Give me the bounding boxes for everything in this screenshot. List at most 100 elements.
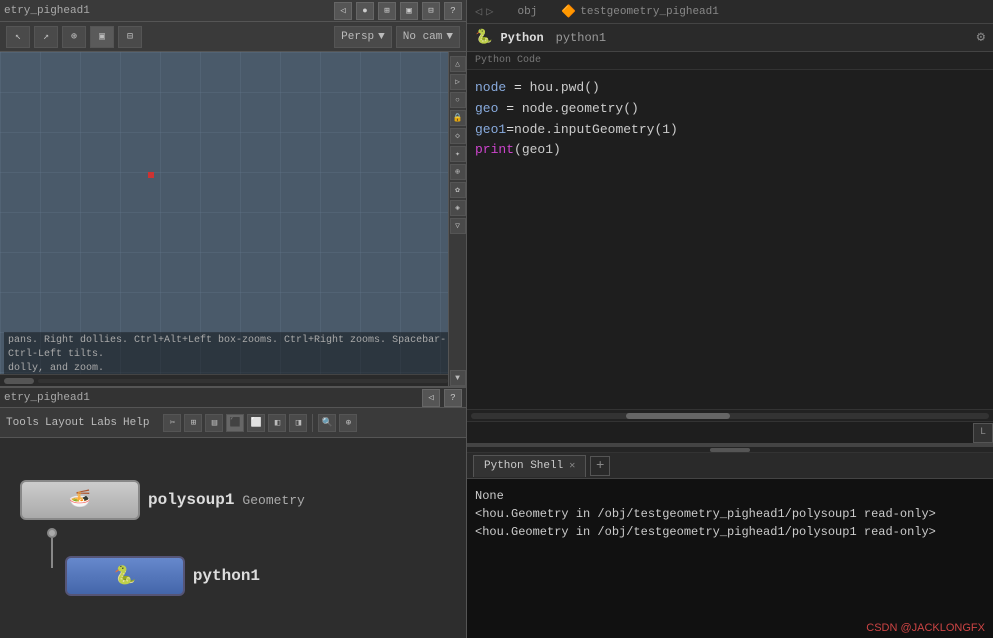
polysoup1-icon: 🍜 [69,489,91,511]
shell-line-geo2: <hou.Geometry in /obj/testgeometry_pighe… [475,523,985,541]
network-help-btn[interactable]: ? [444,389,462,407]
net-color-btn[interactable]: ◨ [289,414,307,432]
net-snap-btn[interactable]: ⊕ [339,414,357,432]
tab-obj[interactable]: obj [509,4,545,20]
net-overlay-btn[interactable]: ◧ [268,414,286,432]
viewport-help-btn[interactable]: ? [444,2,462,20]
shell-tab-close-btn[interactable]: ✕ [569,460,575,472]
select-tool-btn[interactable]: ↖ [6,26,30,48]
viewport-header: etry_pighead1 ◁ ● ⊞ ▣ ⊟ ? [0,0,466,22]
back-btn[interactable]: ◁ [475,4,482,19]
connection-line [51,538,53,568]
network-header-btns: ◁ ? [422,389,462,407]
python1-node[interactable]: 🐍 python1 [65,556,260,596]
code-section-label: Python Code [475,55,541,66]
shell-line-none: None [475,487,985,505]
python1-icon: 🐍 [114,565,136,587]
forward-btn[interactable]: ▷ [486,4,493,19]
side-btn-1[interactable]: △ [450,56,466,72]
network-toolbar: Tools Layout Labs Help ✂ ⊞ ▤ ⬛ ⬜ ◧ ◨ 🔍 ⊕ [0,408,466,438]
net-view-btn[interactable]: ⬛ [226,414,244,432]
network-title: etry_pighead1 [4,392,422,404]
net-cut-btn[interactable]: ✂ [163,414,181,432]
tab-node[interactable]: 🔶 testgeometry_pighead1 [553,2,727,21]
python-icon: 🐍 [475,29,492,46]
net-list-btn[interactable]: ▤ [205,414,223,432]
labs-label[interactable]: Labs [91,417,117,429]
help-label[interactable]: Help [123,417,149,429]
layout-label[interactable]: Layout [45,417,85,429]
scale-tool-btn[interactable]: ⊟ [118,26,142,48]
shell-resize-handle[interactable] [467,445,993,453]
tools-label: Tools [6,417,39,429]
tab-node-icon: 🔶 [561,4,576,19]
python1-box[interactable]: 🐍 [65,556,185,596]
python-label: Python [500,31,543,45]
viewport-hint: pans. Right dollies. Ctrl+Alt+Left box-z… [4,332,466,378]
tab-node-label: testgeometry_pighead1 [580,6,719,18]
viewport-pin-btn[interactable]: ◁ [334,2,352,20]
code-line-1: node = hou.pwd() [475,78,985,99]
shell-add-tab-btn[interactable]: + [590,456,610,476]
shell-section: Python Shell ✕ + None <hou.Geometry in /… [467,443,993,638]
shell-line-geo1: <hou.Geometry in /obj/testgeometry_pighe… [475,505,985,523]
code-line-3: geo1=node.inputGeometry(1) [475,120,985,141]
code-line-2: geo = node.geometry() [475,99,985,120]
viewport-layout-btn[interactable]: ⊟ [422,2,440,20]
side-btn-5[interactable]: ◇ [450,128,466,144]
scrollbar-track[interactable] [471,413,989,419]
polysoup1-bottom-connector [47,528,57,538]
code-input[interactable] [467,426,973,440]
nav-arrows: ◁ ▷ [475,4,493,19]
code-label-bar: Python Code [467,52,993,70]
python-sublabel: python1 [556,31,606,45]
persp-dropdown[interactable]: Persp ▼ [334,26,392,48]
scrollbar-thumb[interactable] [626,413,730,419]
shell-tab-label: Python Shell [484,460,563,472]
python-header: 🐍 Python python1 ⚙ [467,24,993,52]
side-btn-3[interactable]: ○ [450,92,466,108]
connection-area [47,528,57,568]
side-btn-8[interactable]: ✿ [450,182,466,198]
move-tool-btn[interactable]: ↗ [34,26,58,48]
h-scrollbar[interactable] [0,374,448,386]
viewport-marker [148,172,154,178]
input-btn[interactable]: L [973,423,993,443]
side-btn-9[interactable]: ◈ [450,200,466,216]
side-btn-10[interactable]: ▽ [450,218,466,234]
left-panel: etry_pighead1 ◁ ● ⊞ ▣ ⊟ ? ↖ ↗ ⊕ ▣ ⊟ Pers… [0,0,466,638]
viewport-cam-btn[interactable]: ▣ [400,2,418,20]
polysoup1-node[interactable]: 🍜 polysoup1 Geometry [20,480,305,520]
h-scrollbar-right[interactable] [467,409,993,421]
network-header: etry_pighead1 ◁ ? [0,386,466,408]
viewport-area[interactable]: pans. Right dollies. Ctrl+Alt+Left box-z… [0,52,466,386]
side-btn-2[interactable]: ▷ [450,74,466,90]
net-search-btn[interactable]: 🔍 [318,414,336,432]
viewport-eye-btn[interactable]: ● [356,2,374,20]
cam-dropdown[interactable]: No cam ▼ [396,26,460,48]
side-btn-6[interactable]: ✦ [450,146,466,162]
shell-output: None <hou.Geometry in /obj/testgeometry_… [467,479,993,638]
rotate-tool-btn[interactable]: ⊕ [62,26,86,48]
side-btn-lock[interactable]: 🔒 [450,110,466,126]
settings-icon[interactable]: ⚙ [977,29,985,46]
right-panel: ◁ ▷ obj 🔶 testgeometry_pighead1 🐍 Python… [466,0,993,638]
network-pin-btn[interactable]: ◁ [422,389,440,407]
net-grid-btn[interactable]: ⊞ [184,414,202,432]
viewport-title: etry_pighead1 [4,5,334,17]
polysoup1-sublabel: Geometry [242,493,304,508]
node-container: 🍜 polysoup1 Geometry 🐍 python1 [20,480,305,596]
active-tool-btn[interactable]: ▣ [90,26,114,48]
tab-obj-label: obj [517,6,537,18]
side-btn-bottom[interactable]: ▼ [450,370,466,386]
python1-label: python1 [193,567,260,585]
viewport-grid-btn[interactable]: ⊞ [378,2,396,20]
code-editor[interactable]: node = hou.pwd() geo = node.geometry() g… [467,70,993,409]
side-btn-7[interactable]: ⊕ [450,164,466,180]
watermark: CSDN @JACKLONGFX [866,622,985,634]
shell-tab-python[interactable]: Python Shell ✕ [473,455,586,477]
polysoup1-box[interactable]: 🍜 [20,480,140,520]
net-view2-btn[interactable]: ⬜ [247,414,265,432]
network-area[interactable]: 🍜 polysoup1 Geometry 🐍 python1 [0,438,466,638]
viewport-side-toolbar: △ ▷ ○ 🔒 ◇ ✦ ⊕ ✿ ◈ ▽ ▼ [448,52,466,386]
